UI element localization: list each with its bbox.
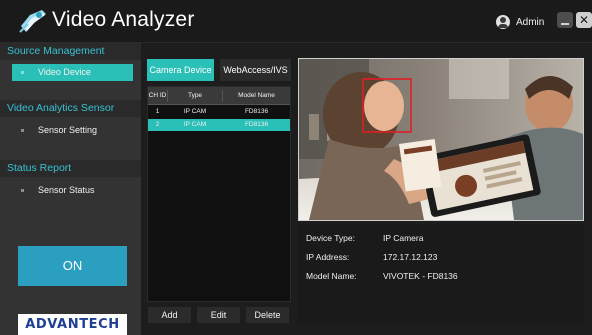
cell-type: IP CAM bbox=[183, 108, 207, 115]
section-title-video-analytics-sensor: Video Analytics Sensor bbox=[0, 100, 141, 117]
cell-ch-id: 2 bbox=[155, 121, 160, 128]
device-type-label: Device Type: bbox=[306, 233, 355, 243]
sidebar: Source Management Video Device Video Ana… bbox=[0, 43, 141, 335]
cell-model: FD8136 bbox=[244, 121, 269, 128]
device-type-value: IP Camera bbox=[383, 233, 424, 243]
section-title-source-management: Source Management bbox=[0, 43, 141, 60]
camera-frame bbox=[299, 59, 583, 220]
model-name-label: Model Name: bbox=[306, 271, 357, 281]
user-icon bbox=[496, 15, 510, 29]
tab-camera-device[interactable]: Camera Device bbox=[147, 59, 214, 81]
table-header: CH ID Type Model Name bbox=[148, 87, 290, 105]
power-on-button[interactable]: ON bbox=[18, 246, 127, 286]
camera-preview bbox=[298, 58, 584, 221]
app-title: Video Analyzer bbox=[52, 8, 195, 31]
close-button[interactable]: ✕ bbox=[576, 12, 592, 28]
sidebar-item-label: Sensor Setting bbox=[38, 125, 98, 135]
table-row[interactable]: 1 IP CAM FD8136 bbox=[148, 106, 290, 118]
device-info-panel: Device Type: IP Camera IP Address: 172.1… bbox=[298, 224, 584, 323]
table-row[interactable]: 2 IP CAM FD8136 bbox=[148, 119, 290, 131]
sidebar-item-sensor-setting[interactable]: Sensor Setting bbox=[12, 122, 133, 139]
device-table: CH ID Type Model Name 1 IP CAM FD8136 2 … bbox=[147, 86, 291, 302]
sidebar-item-label: Video Device bbox=[38, 67, 91, 77]
cell-type: IP CAM bbox=[183, 121, 207, 128]
bullet-icon bbox=[21, 129, 24, 132]
column-header-model-name[interactable]: Model Name bbox=[223, 90, 290, 102]
sidebar-item-video-device[interactable]: Video Device bbox=[12, 64, 133, 81]
camera-logo-icon bbox=[19, 10, 46, 33]
ip-address-label: IP Address: bbox=[306, 252, 350, 262]
tab-webaccess-ivs[interactable]: WebAccess/IVS bbox=[220, 59, 291, 81]
user-menu[interactable]: Admin bbox=[496, 14, 544, 30]
minimize-button[interactable] bbox=[557, 12, 573, 28]
section-title-status-report: Status Report bbox=[0, 160, 141, 177]
ip-address-value: 172.17.12.123 bbox=[383, 252, 438, 262]
delete-button[interactable]: Delete bbox=[246, 307, 289, 323]
cell-ch-id: 1 bbox=[155, 108, 160, 115]
add-button[interactable]: Add bbox=[148, 307, 191, 323]
sidebar-item-sensor-status[interactable]: Sensor Status bbox=[12, 182, 133, 199]
cell-model: FD8136 bbox=[244, 108, 269, 115]
title-bar: Video Analyzer Admin ✕ bbox=[0, 0, 592, 43]
bullet-icon bbox=[21, 71, 24, 74]
column-header-ch-id[interactable]: CH ID bbox=[148, 90, 167, 102]
user-name: Admin bbox=[516, 16, 545, 28]
column-header-type[interactable]: Type bbox=[167, 90, 223, 102]
bullet-icon bbox=[21, 189, 24, 192]
edit-button[interactable]: Edit bbox=[197, 307, 240, 323]
sidebar-item-label: Sensor Status bbox=[38, 185, 95, 195]
model-name-value: VIVOTEK - FD8136 bbox=[383, 271, 458, 281]
advantech-logo: ADVANTECH bbox=[18, 314, 127, 335]
